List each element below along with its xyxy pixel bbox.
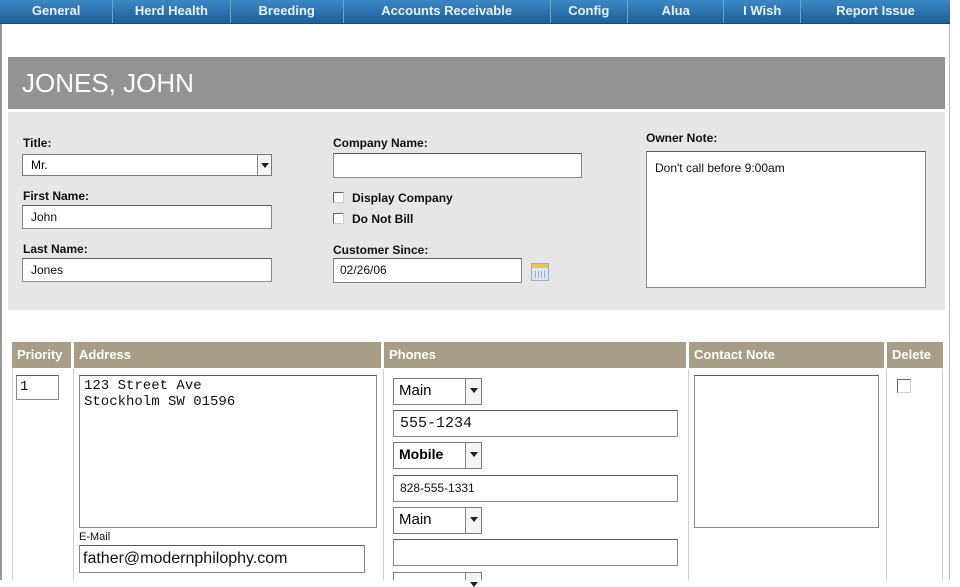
phone-number-input-1[interactable]: 555-1234 xyxy=(393,410,678,437)
title-select[interactable]: Mr. xyxy=(22,154,272,176)
do-not-bill-checkbox[interactable] xyxy=(333,213,344,224)
contact-note-textarea[interactable] xyxy=(694,375,879,528)
owner-note-label: Owner Note: xyxy=(646,131,718,145)
phone-type-value-2: Mobile xyxy=(399,446,444,462)
col-header-priority: Priority xyxy=(12,342,72,368)
nav-herd-health[interactable]: Herd Health xyxy=(113,0,231,23)
owner-note-textarea[interactable]: Don't call before 9:00am xyxy=(646,151,926,288)
chevron-down-icon[interactable] xyxy=(465,379,481,404)
nav-config[interactable]: Config xyxy=(551,0,629,23)
customer-since-label: Customer Since: xyxy=(333,243,429,257)
phone-type-select-1[interactable]: Main xyxy=(393,378,482,405)
display-company-label: Display Company xyxy=(352,191,453,205)
priority-input[interactable]: 1 xyxy=(16,375,59,400)
left-border xyxy=(0,24,2,580)
address-textarea[interactable]: 123 Street Ave Stockholm SW 01596 xyxy=(79,375,377,528)
chevron-down-icon[interactable] xyxy=(465,508,481,533)
delete-checkbox[interactable] xyxy=(897,379,911,393)
email-input[interactable]: father@modernphilophy.com xyxy=(79,545,365,573)
calendar-icon[interactable] xyxy=(531,263,549,281)
display-company-checkbox[interactable] xyxy=(333,192,344,203)
nav-alua[interactable]: Alua xyxy=(628,0,725,23)
first-name-input[interactable]: John xyxy=(22,205,272,229)
customer-header: JONES, JOHN xyxy=(8,57,945,109)
nav-accounts-receivable[interactable]: Accounts Receivable xyxy=(344,0,551,23)
nav-i-wish[interactable]: I Wish xyxy=(724,0,801,23)
customer-name: JONES, JOHN xyxy=(22,68,194,98)
phone-type-value-1: Main xyxy=(399,382,432,399)
company-name-input[interactable] xyxy=(333,153,582,178)
col-header-phones: Phones xyxy=(384,342,687,368)
nav-breeding[interactable]: Breeding xyxy=(231,0,344,23)
phone-number-input-2[interactable]: 828-555-1331 xyxy=(393,475,678,502)
nav-report-issue[interactable]: Report Issue xyxy=(801,0,950,23)
chevron-down-icon[interactable] xyxy=(465,443,481,468)
company-name-label: Company Name: xyxy=(333,136,428,150)
do-not-bill-label: Do Not Bill xyxy=(352,212,414,226)
phone-type-select-3[interactable]: Main xyxy=(393,507,482,534)
title-label: Title: xyxy=(23,136,52,150)
phone-type-select-2[interactable]: Mobile xyxy=(393,442,482,469)
customer-since-input[interactable]: 02/26/06 xyxy=(333,258,522,283)
priority-cell xyxy=(12,369,74,580)
nav-general[interactable]: General xyxy=(0,0,114,23)
chevron-down-icon[interactable] xyxy=(465,573,481,587)
col-header-delete: Delete xyxy=(887,342,943,368)
right-border xyxy=(949,24,950,580)
last-name-input[interactable]: Jones xyxy=(22,258,272,282)
chevron-down-icon[interactable] xyxy=(257,155,271,175)
col-header-address: Address xyxy=(74,342,382,368)
phone-type-value-3: Main xyxy=(399,511,432,528)
top-nav: General Herd Health Breeding Accounts Re… xyxy=(0,0,950,24)
email-label: E-Mail xyxy=(79,531,111,543)
title-select-value: Mr. xyxy=(31,158,48,172)
phone-number-input-3[interactable] xyxy=(393,539,678,566)
delete-cell xyxy=(887,369,943,580)
last-name-label: Last Name: xyxy=(23,242,88,256)
first-name-label: First Name: xyxy=(23,189,90,203)
col-header-contact-note: Contact Note xyxy=(689,342,885,368)
phone-type-select-4[interactable] xyxy=(393,572,482,587)
